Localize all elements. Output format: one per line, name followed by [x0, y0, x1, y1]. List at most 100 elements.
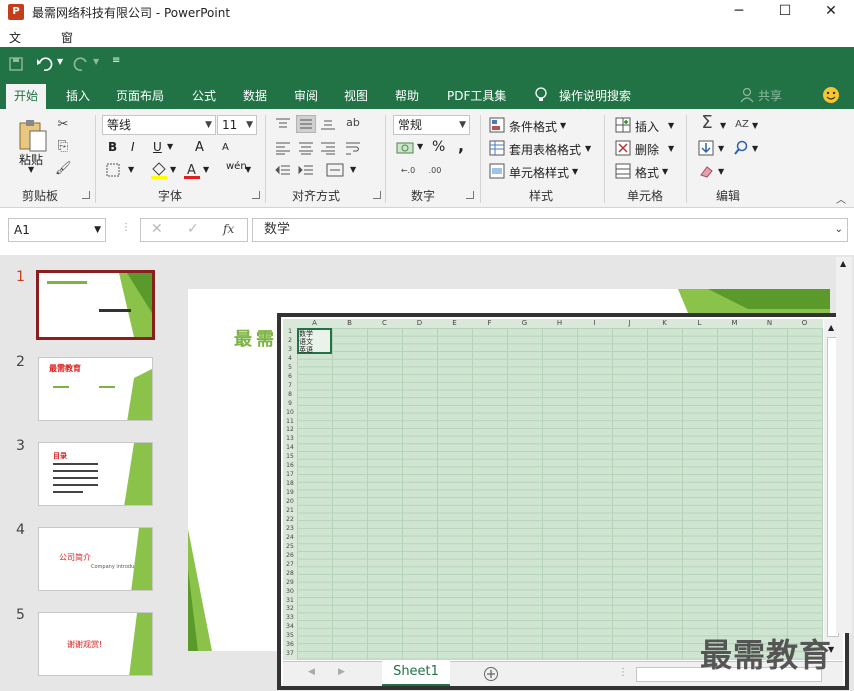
- undo-dropdown-icon[interactable]: ▼: [57, 57, 63, 66]
- redo-icon[interactable]: [72, 56, 90, 72]
- tab-data[interactable]: 数据: [243, 87, 267, 104]
- format-dropdown-icon[interactable]: ▼: [662, 167, 668, 176]
- borders-icon[interactable]: [106, 163, 120, 177]
- align-right-icon[interactable]: [320, 141, 336, 155]
- redo-dropdown-icon[interactable]: ▼: [93, 57, 99, 66]
- delete-cells-button[interactable]: 删除: [635, 141, 659, 158]
- bold-button[interactable]: B: [108, 140, 117, 154]
- cut-icon[interactable]: ✂: [55, 117, 71, 133]
- maximize-button[interactable]: ☐: [762, 0, 808, 24]
- insert-function-icon[interactable]: fx: [223, 222, 234, 236]
- row-header[interactable]: 29: [283, 579, 297, 587]
- slide-vertical-scrollbar[interactable]: ▲: [836, 257, 852, 633]
- clear-dropdown-icon[interactable]: ▼: [718, 167, 724, 176]
- merge-dropdown-icon[interactable]: ▼: [350, 165, 356, 174]
- autosum-icon[interactable]: Σ: [697, 114, 717, 132]
- font-launcher-icon[interactable]: [252, 191, 260, 199]
- autosum-dropdown-icon[interactable]: ▼: [720, 121, 726, 130]
- row-header[interactable]: 22: [283, 516, 297, 524]
- row-header[interactable]: 6: [283, 373, 297, 381]
- format-cells-button[interactable]: 格式: [635, 164, 659, 181]
- font-color-dropdown-icon[interactable]: ▼: [203, 165, 209, 174]
- new-sheet-icon[interactable]: [483, 666, 499, 682]
- cell-styles-button[interactable]: 单元格样式: [509, 164, 569, 181]
- column-header[interactable]: O: [787, 319, 822, 328]
- cell-styles-dropdown-icon[interactable]: ▼: [572, 167, 578, 176]
- underline-button[interactable]: U: [153, 140, 162, 154]
- delete-dropdown-icon[interactable]: ▼: [668, 144, 674, 153]
- row-header[interactable]: 24: [283, 534, 297, 542]
- fill-color-icon[interactable]: [150, 161, 168, 179]
- accounting-dropdown-icon[interactable]: ▼: [417, 142, 423, 151]
- shrink-font-button[interactable]: A: [222, 142, 229, 153]
- merge-center-icon[interactable]: [326, 162, 344, 178]
- column-header[interactable]: L: [682, 319, 717, 328]
- slide-thumbnail-1[interactable]: [36, 270, 155, 340]
- column-header[interactable]: H: [542, 319, 577, 328]
- row-header[interactable]: 5: [283, 364, 297, 372]
- underline-dropdown-icon[interactable]: ▼: [167, 142, 173, 151]
- expand-formula-icon[interactable]: ⌄: [835, 219, 843, 241]
- tab-review[interactable]: 审阅: [294, 87, 318, 104]
- format-as-table-button[interactable]: 套用表格格式: [509, 141, 581, 158]
- row-header[interactable]: 20: [283, 498, 297, 506]
- paste-dropdown-icon[interactable]: ▼: [28, 165, 34, 174]
- row-header[interactable]: 23: [283, 525, 297, 533]
- phonetic-dropdown-icon[interactable]: ▼: [245, 165, 251, 174]
- row-header[interactable]: 12: [283, 426, 297, 434]
- customize-qat-icon[interactable]: ≡: [112, 55, 120, 66]
- fill-down-icon[interactable]: [698, 140, 714, 156]
- slide-thumbnail-4[interactable]: 公司简介 Company introduction: [38, 527, 153, 591]
- tab-view[interactable]: 视图: [344, 87, 368, 104]
- align-middle-icon[interactable]: [296, 115, 316, 133]
- table-dropdown-icon[interactable]: ▼: [585, 144, 591, 153]
- column-header[interactable]: D: [402, 319, 437, 328]
- tab-insert[interactable]: 插入: [66, 87, 90, 104]
- row-header[interactable]: 33: [283, 614, 297, 622]
- format-painter-icon[interactable]: 🖌: [55, 161, 72, 177]
- row-header[interactable]: 4: [283, 355, 297, 363]
- worksheet-grid[interactable]: [283, 319, 823, 660]
- row-header[interactable]: 25: [283, 543, 297, 551]
- name-box[interactable]: A1 ▼: [8, 218, 106, 242]
- conditional-format-icon[interactable]: [489, 117, 505, 133]
- sort-dropdown-icon[interactable]: ▼: [752, 121, 758, 130]
- phonetic-guide-button[interactable]: wén: [226, 161, 247, 172]
- delete-cells-icon[interactable]: [615, 140, 631, 156]
- tab-pdf-tools[interactable]: PDF工具集: [447, 87, 506, 104]
- row-header[interactable]: 14: [283, 444, 297, 452]
- column-header[interactable]: E: [437, 319, 472, 328]
- column-header[interactable]: C: [367, 319, 402, 328]
- tell-me-search[interactable]: 操作说明搜索: [559, 87, 631, 104]
- copy-icon[interactable]: ⎘: [55, 139, 71, 155]
- row-header[interactable]: 9: [283, 400, 297, 408]
- sheet-tab-sheet1[interactable]: Sheet1: [382, 660, 450, 686]
- prev-sheet-icon[interactable]: ◀: [308, 667, 315, 677]
- collapse-ribbon-icon[interactable]: ︿: [836, 191, 846, 206]
- row-header[interactable]: 30: [283, 588, 297, 596]
- accounting-format-icon[interactable]: [396, 140, 414, 156]
- row-header[interactable]: 15: [283, 453, 297, 461]
- share-button[interactable]: 共享: [758, 87, 782, 104]
- row-header[interactable]: 37: [283, 650, 297, 658]
- row-header[interactable]: 34: [283, 623, 297, 631]
- cancel-icon[interactable]: ✕: [151, 221, 163, 237]
- insert-dropdown-icon[interactable]: ▼: [668, 121, 674, 130]
- column-header[interactable]: N: [752, 319, 787, 328]
- number-launcher-icon[interactable]: [466, 191, 474, 199]
- row-header[interactable]: 35: [283, 632, 297, 640]
- row-header[interactable]: 21: [283, 507, 297, 515]
- smiley-feedback-icon[interactable]: [822, 86, 840, 104]
- font-name-select[interactable]: 等线 ▼: [102, 115, 216, 135]
- row-header[interactable]: 10: [283, 409, 297, 417]
- row-header[interactable]: 26: [283, 552, 297, 560]
- row-header[interactable]: 31: [283, 597, 297, 605]
- row-header[interactable]: 11: [283, 418, 297, 426]
- insert-cells-icon[interactable]: [615, 117, 631, 133]
- slide-thumbnail-3[interactable]: 目录: [38, 442, 153, 506]
- row-header[interactable]: 19: [283, 489, 297, 497]
- scroll-up-icon[interactable]: ▲: [840, 259, 846, 268]
- font-size-select[interactable]: 11 ▼: [217, 115, 257, 135]
- column-header[interactable]: B: [332, 319, 367, 328]
- row-header[interactable]: 28: [283, 570, 297, 578]
